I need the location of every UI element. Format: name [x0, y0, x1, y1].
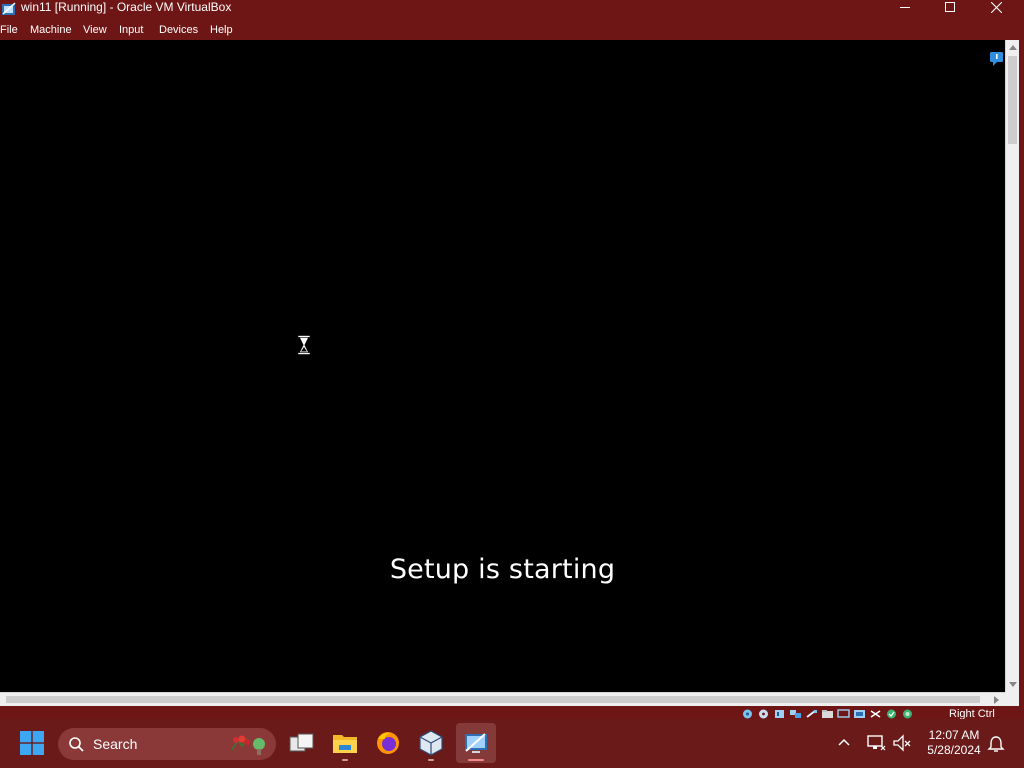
- volume-muted-icon[interactable]: [892, 734, 912, 752]
- taskbar: Search 12:07 AM 5/28/2024: [0, 719, 1024, 768]
- display-icon[interactable]: [837, 709, 850, 719]
- virtualbox-manager-icon: [419, 730, 443, 756]
- firefox-icon: [377, 732, 399, 754]
- minimize-icon: [900, 7, 910, 8]
- virtualbox-manager-button[interactable]: [411, 723, 451, 763]
- title-bar: win11 [Running] - Oracle VM VirtualBox: [0, 0, 1024, 21]
- window-border: [1019, 40, 1024, 719]
- vertical-scroll-thumb[interactable]: [1008, 56, 1017, 144]
- chevron-up-icon[interactable]: [834, 735, 854, 751]
- setup-status-text: Setup is starting: [389, 554, 616, 585]
- vm-status-bar: Right Ctrl: [0, 706, 1019, 720]
- recording-icon[interactable]: [853, 709, 866, 719]
- menu-devices[interactable]: Devices: [159, 21, 198, 40]
- mouse-integration-icon[interactable]: [901, 709, 914, 719]
- optical-disk-icon[interactable]: [757, 709, 770, 719]
- menu-machine[interactable]: Machine: [30, 21, 72, 40]
- menu-view[interactable]: View: [83, 21, 107, 40]
- task-view-button[interactable]: [282, 723, 322, 763]
- minimize-button[interactable]: [882, 0, 928, 14]
- virtualbox-vm-button[interactable]: [456, 723, 496, 763]
- audio-icon[interactable]: [773, 709, 786, 719]
- menu-bar: File Machine View Input Devices Help: [0, 21, 1024, 40]
- hard-disk-icon[interactable]: [741, 709, 754, 719]
- task-view-icon: [289, 733, 314, 752]
- keyboard-icon[interactable]: [885, 709, 898, 719]
- vm-display[interactable]: Setup is starting: [0, 40, 1005, 692]
- clock-date: 5/28/2024: [927, 743, 981, 757]
- scroll-corner: [1005, 692, 1019, 706]
- horizontal-scrollbar[interactable]: [0, 692, 1005, 706]
- close-button[interactable]: [973, 0, 1019, 14]
- active-indicator: [468, 759, 484, 761]
- vm-notification-icon[interactable]: [989, 51, 1004, 67]
- network-icon[interactable]: [789, 709, 802, 719]
- menu-input[interactable]: Input: [119, 21, 143, 40]
- start-icon: [20, 731, 44, 755]
- virtualbox-app-icon[interactable]: [1, 1, 17, 17]
- search-highlight-icon: [231, 735, 265, 755]
- notification-bell-icon[interactable]: [986, 734, 1006, 754]
- scroll-up-icon[interactable]: [1009, 44, 1017, 50]
- search-label: Search: [93, 736, 138, 752]
- status-indicators: [741, 709, 914, 719]
- maximize-button[interactable]: [927, 0, 973, 14]
- cpu-icon[interactable]: [869, 709, 882, 719]
- horizontal-scroll-thumb[interactable]: [6, 696, 980, 703]
- file-explorer-button[interactable]: [325, 723, 365, 763]
- search-box[interactable]: Search: [58, 728, 276, 760]
- hourglass-icon: [297, 335, 311, 355]
- running-indicator: [342, 759, 348, 761]
- start-button[interactable]: [12, 723, 52, 763]
- firefox-button[interactable]: [368, 723, 408, 763]
- clock-time: 12:07 AM: [928, 728, 980, 742]
- maximize-icon: [945, 2, 955, 12]
- shared-folder-icon[interactable]: [821, 709, 834, 719]
- window-title: win11 [Running] - Oracle VM VirtualBox: [21, 0, 232, 14]
- clock[interactable]: 12:07 AM 5/28/2024: [918, 728, 990, 758]
- file-explorer-icon: [333, 735, 357, 753]
- usb-icon[interactable]: [805, 709, 818, 719]
- search-icon: [69, 737, 84, 752]
- network-tray-icon[interactable]: [866, 734, 886, 752]
- running-indicator: [428, 759, 434, 761]
- vertical-scrollbar[interactable]: [1005, 40, 1019, 692]
- virtualbox-vm-icon: [465, 733, 487, 753]
- close-icon: [990, 1, 1002, 13]
- scroll-right-icon[interactable]: [994, 696, 1000, 704]
- scroll-down-icon[interactable]: [1009, 682, 1017, 688]
- menu-help[interactable]: Help: [210, 21, 233, 40]
- menu-file[interactable]: File: [0, 21, 18, 40]
